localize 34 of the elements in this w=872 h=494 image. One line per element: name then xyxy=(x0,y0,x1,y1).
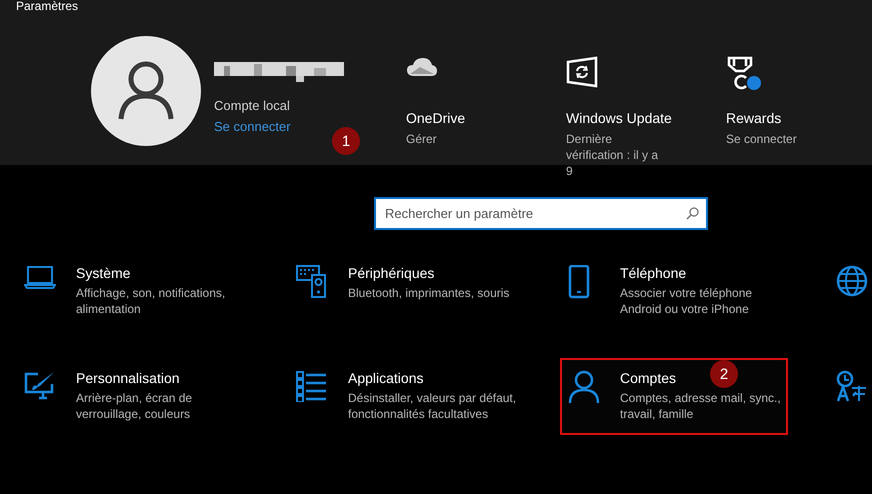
keyboard-speaker-icon xyxy=(296,265,328,299)
window-title: Paramètres xyxy=(15,0,80,14)
category-title[interactable]: Comptes xyxy=(620,370,676,386)
category-title[interactable]: Personnalisation xyxy=(76,370,180,386)
category-description: Désinstaller, valeurs par défaut, fonctionnalités facultatives xyxy=(348,390,518,422)
annotation-badge: 2 xyxy=(710,360,738,388)
category-title[interactable]: Système xyxy=(76,265,130,281)
paint-monitor-icon xyxy=(24,370,56,402)
sign-in-link[interactable]: Se connecter xyxy=(214,119,291,134)
quick-link-title[interactable]: OneDrive xyxy=(406,110,466,126)
cloud-icon xyxy=(406,56,438,78)
category-title[interactable]: Applications xyxy=(348,370,424,386)
quick-link-title[interactable]: Rewards xyxy=(726,110,782,126)
category-description: Arrière-plan, écran de verrouillage, couleurs xyxy=(76,390,194,422)
category-title[interactable]: Téléphone xyxy=(620,265,686,281)
quick-link-subtitle: Dernière vérification : il y a 9 xyxy=(566,131,660,179)
quick-link-title[interactable]: Windows Update xyxy=(566,110,672,126)
update-icon xyxy=(566,56,598,88)
user-silhouette-icon xyxy=(118,61,174,121)
annotation-badge: 1 xyxy=(332,127,360,155)
quick-link-subtitle: Se connecter xyxy=(726,131,798,147)
person-icon xyxy=(568,370,600,404)
category-description: Comptes, adresse mail, sync., travail, famille xyxy=(620,390,782,422)
list-icon xyxy=(296,370,328,402)
category-title[interactable]: Périphériques xyxy=(348,265,434,281)
phone-icon xyxy=(568,265,590,299)
search-icon xyxy=(686,207,699,220)
category-description: Affichage, son, notifications, alimentation xyxy=(76,285,226,317)
search-field[interactable]: Rechercher un paramètre xyxy=(374,197,708,230)
laptop-icon xyxy=(24,265,56,289)
category-description: Associer votre téléphone Android ou votre iPhone xyxy=(620,285,754,317)
category-description: Bluetooth, imprimantes, souris xyxy=(348,285,510,301)
quick-link-subtitle: Gérer xyxy=(406,131,438,147)
account-type: Compte local xyxy=(214,98,291,113)
